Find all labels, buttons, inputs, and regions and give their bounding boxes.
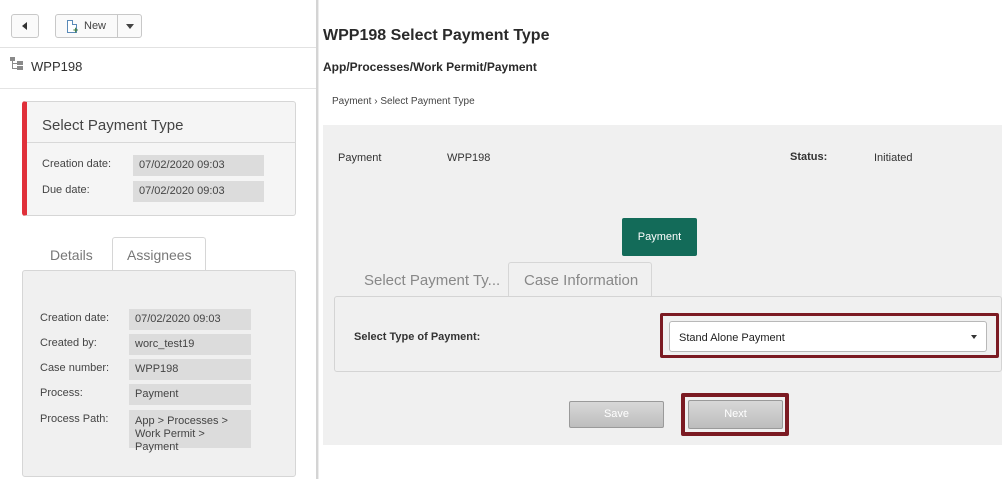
page-title: WPP198 Select Payment Type: [323, 27, 550, 44]
breadcrumb[interactable]: Payment › Select Payment Type: [332, 96, 475, 107]
case-id-label: WPP198: [31, 59, 83, 74]
divider: [27, 142, 296, 143]
creation-date-label: Creation date:: [42, 158, 112, 170]
payment-type-selected: Stand Alone Payment: [679, 332, 785, 344]
left-toolbar: + New: [0, 0, 316, 48]
chevron-down-icon: [971, 335, 977, 339]
case-number: WPP198: [447, 152, 491, 164]
left-panel: + New WPP198 Select Payment Type Creatio…: [0, 0, 316, 479]
process-name: Payment: [338, 152, 382, 164]
divider: [0, 88, 316, 89]
collapse-button[interactable]: [11, 14, 39, 38]
tab-case-information[interactable]: Case Information: [508, 262, 652, 296]
process-path: App/Processes/Work Permit/Payment: [323, 60, 537, 74]
chevron-down-icon[interactable]: [126, 24, 134, 29]
save-button[interactable]: Save: [569, 401, 664, 428]
detail-label: Created by:: [40, 337, 97, 349]
detail-value: worc_test19: [129, 334, 251, 355]
due-date-value: 07/02/2020 09:03: [133, 181, 264, 202]
process-tree-icon: [10, 57, 26, 71]
process-path-line: Work Permit > Payment: [135, 428, 205, 453]
payment-type-label: Select Type of Payment:: [354, 331, 481, 343]
detail-value: Payment: [129, 384, 251, 405]
due-date-label: Due date:: [42, 184, 90, 196]
tab-case-information-label: Case Information: [524, 272, 639, 289]
task-title: Select Payment Type: [42, 117, 184, 134]
stage-payment-button[interactable]: Payment: [622, 218, 697, 256]
divider: [318, 0, 319, 479]
new-button-label: New: [84, 20, 107, 32]
next-button[interactable]: Next: [688, 400, 783, 429]
status-value: Initiated: [874, 152, 913, 164]
tab-assignees-label: Assignees: [127, 247, 192, 263]
detail-value: 07/02/2020 09:03: [129, 309, 251, 330]
detail-label: Process Path:: [40, 413, 109, 425]
tab-select-payment-type[interactable]: Select Payment Ty...: [364, 272, 500, 289]
status-label: Status:: [790, 151, 828, 163]
process-path-value: App > Processes > Work Permit > Payment: [129, 410, 251, 453]
new-button[interactable]: + New: [55, 14, 142, 38]
button-separator: [117, 15, 118, 37]
detail-label: Process:: [40, 387, 83, 399]
payment-type-select[interactable]: Stand Alone Payment: [669, 321, 987, 352]
detail-label: Creation date:: [40, 312, 110, 324]
detail-label: Case number:: [40, 362, 110, 374]
tab-details[interactable]: Details: [50, 247, 93, 263]
detail-value: WPP198: [129, 359, 251, 380]
process-path-line: App > Processes >: [135, 415, 228, 427]
plus-icon: +: [73, 25, 79, 35]
case-tree-item[interactable]: WPP198: [0, 56, 316, 82]
tab-assignees[interactable]: Assignees: [112, 237, 206, 270]
creation-date-value: 07/02/2020 09:03: [133, 155, 264, 176]
